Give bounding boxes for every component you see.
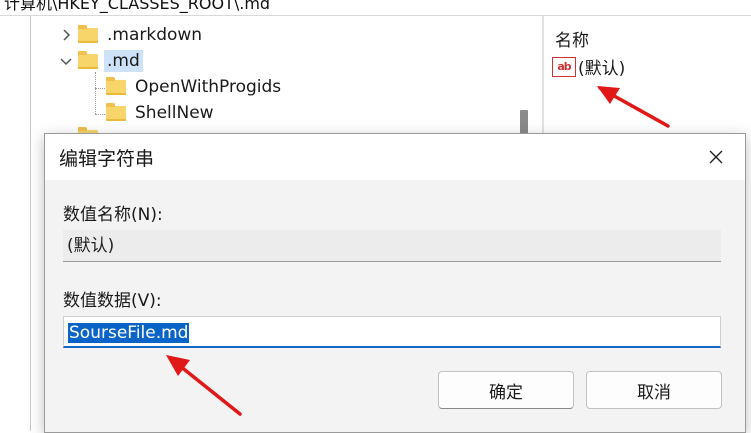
tree-left-divider	[30, 16, 31, 431]
chevron-down-icon[interactable]	[58, 53, 74, 69]
tree-item-label: .markdown	[107, 25, 203, 45]
value-data-label: 数值数据(V):	[63, 291, 162, 311]
tree-item-shellnew[interactable]: ShellNew	[106, 100, 217, 126]
string-value-icon: ab	[552, 56, 576, 77]
folder-open-icon	[78, 50, 98, 69]
column-header-name[interactable]: 名称	[555, 26, 589, 51]
tree-item-label: ShellNew	[135, 103, 214, 123]
value-data-input[interactable]: SourseFile.md	[63, 316, 721, 348]
address-bar[interactable]: 计算机\HKEY_CLASSES_ROOT\.md	[0, 0, 751, 14]
cancel-button[interactable]: 取消	[586, 371, 722, 409]
value-data-text: SourseFile.md	[68, 323, 190, 343]
value-name-text: (默认)	[67, 236, 115, 256]
address-path: 计算机\HKEY_CLASSES_ROOT\.md	[4, 0, 271, 13]
close-icon	[709, 150, 723, 164]
tree-item-label: .md	[104, 50, 143, 72]
value-name-field: (默认)	[63, 230, 721, 262]
chevron-right-icon[interactable]	[58, 27, 74, 43]
tree-item-markdown[interactable]: .markdown	[58, 22, 205, 48]
tree-item-md[interactable]: .md	[58, 48, 143, 74]
value-row-default[interactable]: ab (默认)	[552, 54, 625, 79]
close-button[interactable]	[701, 142, 731, 172]
folder-icon	[106, 76, 126, 95]
ok-button[interactable]: 确定	[438, 371, 574, 409]
folder-icon	[78, 24, 98, 43]
value-name-label: 数值名称(N):	[63, 205, 163, 225]
value-name: (默认)	[578, 59, 626, 79]
tree-item-label: OpenWithProgids	[135, 77, 282, 97]
dialog-title: 编辑字符串	[59, 148, 155, 170]
tree-item-openwithprogids[interactable]: OpenWithProgids	[106, 74, 284, 100]
tree-guide-line	[95, 72, 96, 114]
edit-string-dialog: 编辑字符串 数值名称(N): (默认) 数值数据(V): SourseFile.…	[44, 133, 746, 433]
folder-icon	[106, 102, 126, 121]
dialog-titlebar[interactable]: 编辑字符串	[45, 134, 745, 180]
